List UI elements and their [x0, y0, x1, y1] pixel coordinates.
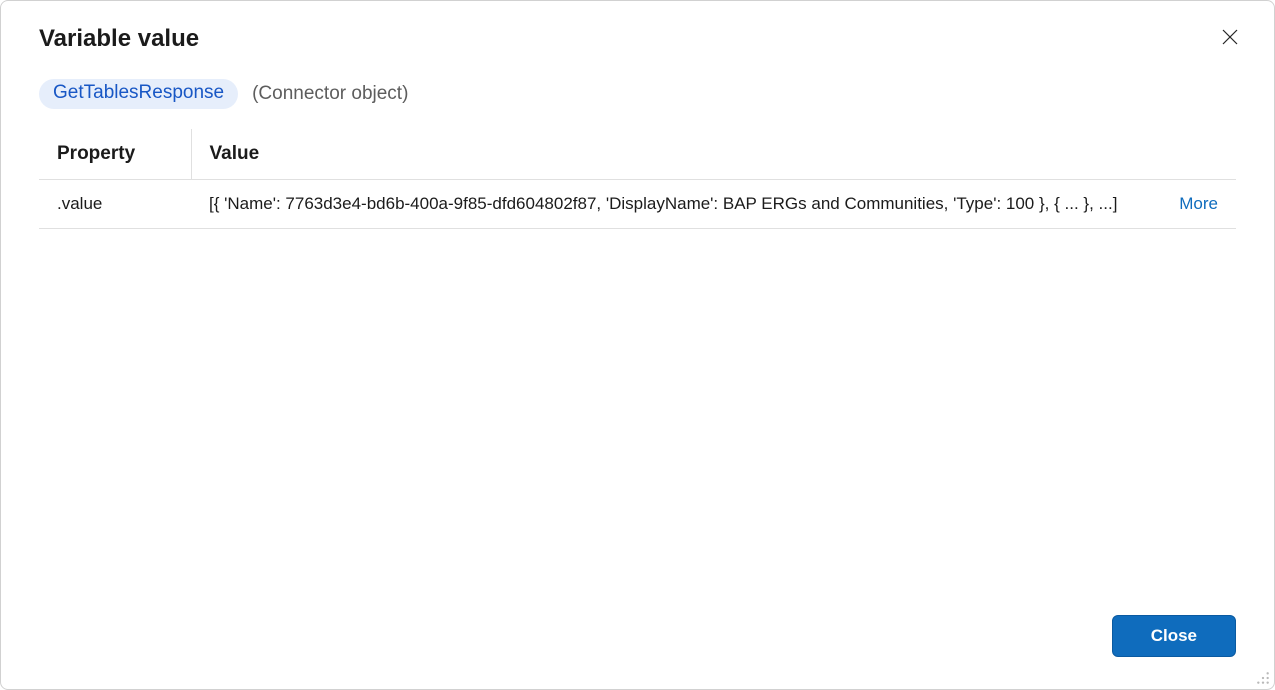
- dialog-title: Variable value: [39, 25, 199, 53]
- object-type-label: (Connector object): [252, 83, 408, 105]
- value-text: [{ 'Name': 7763d3e4-bd6b-400a-9f85-dfd60…: [209, 194, 1161, 214]
- value-cell-wrap: [{ 'Name': 7763d3e4-bd6b-400a-9f85-dfd60…: [191, 180, 1236, 229]
- properties-table-wrap: Property Value .value [{ 'Name': 7763d3e…: [1, 109, 1274, 615]
- close-icon: [1222, 29, 1238, 45]
- more-link[interactable]: More: [1179, 194, 1218, 214]
- properties-table: Property Value .value [{ 'Name': 7763d3e…: [39, 129, 1236, 229]
- dialog-header: Variable value: [1, 1, 1274, 53]
- subheader: GetTablesResponse (Connector object): [1, 53, 1274, 109]
- variable-value-dialog: Variable value GetTablesResponse (Connec…: [0, 0, 1275, 690]
- close-primary-button[interactable]: Close: [1112, 615, 1236, 657]
- dialog-footer: Close: [1, 615, 1274, 689]
- property-cell: .value: [39, 180, 191, 229]
- type-pill[interactable]: GetTablesResponse: [39, 79, 238, 109]
- resize-grip-icon[interactable]: [1256, 671, 1270, 685]
- table-row: .value [{ 'Name': 7763d3e4-bd6b-400a-9f8…: [39, 180, 1236, 229]
- col-header-property: Property: [39, 129, 191, 180]
- col-header-value: Value: [191, 129, 1236, 180]
- close-button[interactable]: [1220, 27, 1240, 47]
